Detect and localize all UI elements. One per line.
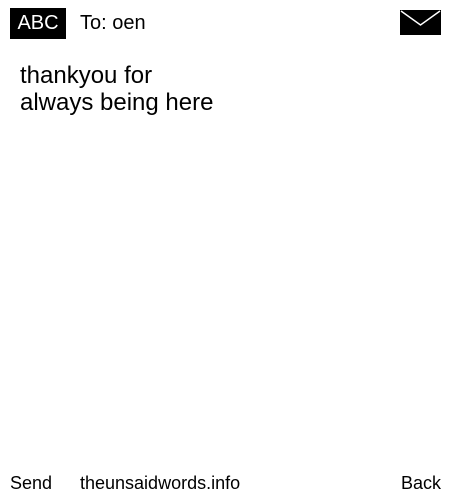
site-link[interactable]: theunsaidwords.info [80,471,240,495]
recipient-field: To: oen [80,12,146,34]
back-button[interactable]: Back [401,471,441,495]
send-button[interactable]: Send [10,471,52,495]
envelope-icon [400,10,441,35]
message-text[interactable]: thankyou for always being here [20,62,420,116]
input-mode-badge: ABC [10,8,66,39]
